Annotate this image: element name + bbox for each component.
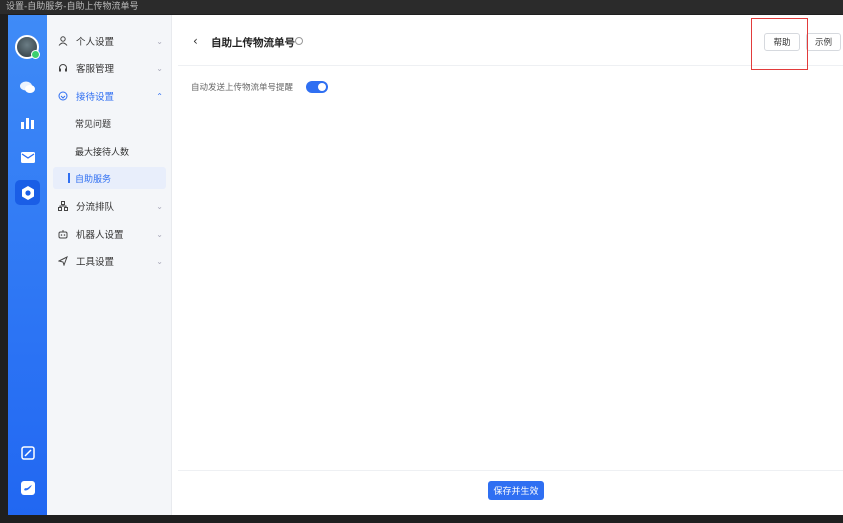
bird-app-icon[interactable] [17,477,38,498]
nav-subitem-label: 常见问题 [75,119,112,130]
chevron-down-icon: ⌄ [156,229,163,239]
back-arrow-icon[interactable]: ‹ [193,34,198,48]
nav-subitem-label: 最大接待人数 [75,147,130,158]
window-title: 设置-自助服务-自助上传物流单号 [6,2,139,12]
nav-subitem-self-service[interactable]: 自助服务 [53,167,166,189]
nav-item-label: 接待设置 [76,92,115,103]
nav-item-label: 工具设置 [76,257,115,268]
chevron-down-icon: ⌄ [156,201,163,211]
help-circle-icon[interactable] [295,37,303,45]
auto-reminder-toggle[interactable] [306,81,329,93]
setting-label: 自动发送上传物流单号提醒 [191,83,294,93]
save-and-apply-button[interactable]: 保存并生效 [488,481,544,500]
nav-item-personal[interactable]: 个人设置 ⌄ [47,29,171,53]
page-title: 自助上传物流单号 [211,37,295,49]
nav-item-reception[interactable]: 接待设置 ⌃ [47,84,171,108]
online-status-dot [31,50,40,59]
chevron-down-icon: ⌄ [156,256,163,266]
stats-icon[interactable] [17,112,38,133]
send-icon [56,256,70,266]
settings-icon[interactable] [15,180,40,205]
edit-note-icon[interactable] [17,442,38,463]
nav-item-robot[interactable]: 机器人设置 ⌄ [47,222,171,246]
person-icon [56,36,70,46]
chevron-up-icon: ⌃ [156,91,163,101]
reception-icon [56,91,70,101]
nav-subitem-max-reception[interactable]: 最大接待人数 [47,140,171,162]
nav-item-service-mgmt[interactable]: 客服管理 ⌄ [47,56,171,80]
mail-icon[interactable] [17,147,38,168]
headset-icon [56,63,70,73]
highlight-box [751,18,808,70]
icon-rail [8,15,47,515]
selected-indicator [68,173,70,183]
window-titlebar: 设置-自助服务-自助上传物流单号 [0,0,843,14]
nav-item-tools[interactable]: 工具设置 ⌄ [47,249,171,273]
settings-nav: 个人设置 ⌄ 客服管理 ⌄ 接待设置 ⌃ 常见问题 最大接待人数 自助服务 分流… [47,15,172,515]
nav-item-queue[interactable]: 分流排队 ⌄ [47,194,171,218]
main-panel: ‹ 自助上传物流单号 帮助 示例 自动发送上传物流单号提醒 保存并生效 [178,15,843,515]
auto-reminder-setting: 自动发送上传物流单号提醒 [191,81,329,93]
nav-item-label: 机器人设置 [76,230,124,241]
nav-item-label: 客服管理 [76,64,115,75]
app-window: 个人设置 ⌄ 客服管理 ⌄ 接待设置 ⌃ 常见问题 最大接待人数 自助服务 分流… [8,15,843,515]
nav-subitem-label: 自助服务 [75,174,112,185]
example-button[interactable]: 示例 [806,33,841,51]
nav-item-label: 个人设置 [76,37,115,48]
chevron-down-icon: ⌄ [156,36,163,46]
chevron-down-icon: ⌄ [156,63,163,73]
toggle-knob [318,83,327,91]
chat-icon[interactable] [17,77,38,98]
page-footer: 保存并生效 [178,470,843,515]
nav-subitem-faq[interactable]: 常见问题 [47,112,171,134]
page-header: ‹ 自助上传物流单号 帮助 示例 [178,15,843,70]
robot-icon [56,229,70,239]
org-chart-icon [56,201,70,211]
nav-item-label: 分流排队 [76,202,115,213]
avatar[interactable] [15,35,40,59]
window-bottom-edge [0,515,843,523]
